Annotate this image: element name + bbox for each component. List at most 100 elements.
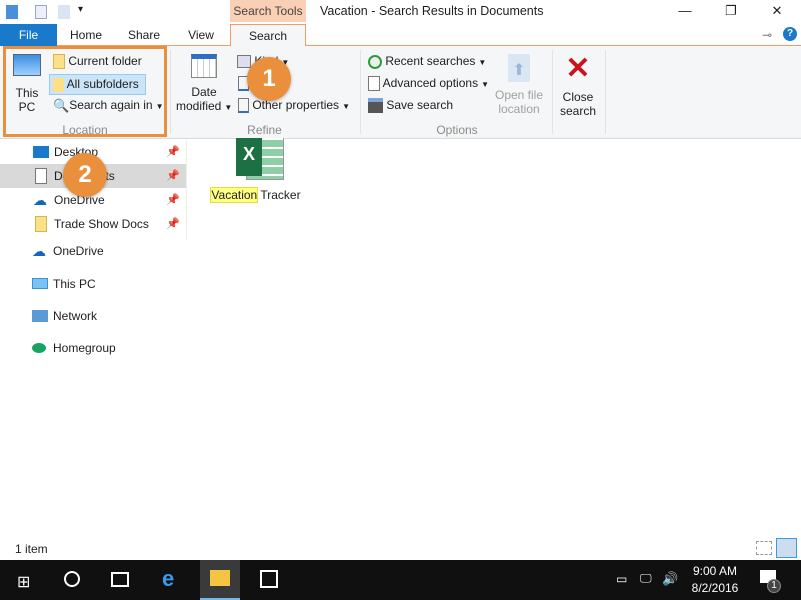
- date: 8/2/2016: [691, 581, 739, 595]
- search-icon: 🔍: [53, 98, 70, 113]
- cortana-icon[interactable]: [64, 571, 80, 587]
- open-file-location-icon: ⬆: [508, 54, 530, 82]
- recent-searches-icon: [368, 54, 382, 69]
- taskbar: ⊞ e ▭ 🖵 🔊 9:00 AM 8/2/2016 1: [0, 560, 801, 600]
- recent-searches-button[interactable]: Recent searches ▼: [368, 54, 486, 69]
- explorer-icon: [6, 5, 18, 19]
- pin-icon[interactable]: 📌: [166, 188, 180, 212]
- onedrive-icon: ☁: [33, 192, 47, 208]
- current-folder-label: Current folder: [68, 54, 142, 68]
- help-icon[interactable]: ?: [783, 27, 797, 41]
- task-view-icon[interactable]: [111, 572, 129, 587]
- customize-toolbar-icon[interactable]: ▾: [78, 4, 83, 15]
- other-properties-button[interactable]: Other properties ▼: [238, 98, 350, 114]
- volume-icon[interactable]: 🔊: [662, 571, 678, 587]
- new-folder-icon[interactable]: [58, 5, 70, 19]
- advanced-options-label: Advanced options: [382, 76, 479, 90]
- location-group-label: Location: [62, 123, 108, 137]
- time: 9:00 AM: [692, 564, 738, 578]
- open-file-location-label-1: Open file: [494, 88, 544, 102]
- nav-label: This PC: [53, 277, 96, 291]
- all-subfolders-button[interactable]: All subfolders: [49, 74, 146, 95]
- close-search-button[interactable]: ✕ Close search: [556, 54, 600, 119]
- ribbon: This PC Current folder All subfolders 🔍S…: [0, 46, 801, 139]
- calendar-icon: [191, 54, 217, 78]
- tab-file[interactable]: File: [0, 24, 57, 46]
- refine-group-label: Refine: [247, 123, 282, 137]
- search-tools-context-label: Search Tools: [230, 0, 306, 22]
- tab-share[interactable]: Share: [120, 24, 168, 46]
- kind-icon: [237, 55, 251, 69]
- file-name: Tracker: [257, 188, 301, 202]
- pane-divider: [186, 140, 187, 240]
- network-icon: [32, 310, 48, 322]
- nav-item-network[interactable]: Network: [0, 304, 186, 328]
- tab-search[interactable]: Search: [230, 24, 306, 47]
- subfolders-icon: [53, 77, 64, 92]
- callout-2: 2: [63, 153, 107, 197]
- excel-icon: X: [224, 138, 288, 184]
- divider: [552, 50, 553, 134]
- options-group-label: Options: [436, 123, 478, 137]
- pin-icon[interactable]: 📌: [166, 140, 180, 164]
- nav-item-trade-show-docs[interactable]: Trade Show Docs 📌: [0, 212, 186, 236]
- tab-view[interactable]: View: [178, 24, 224, 46]
- all-subfolders-label: All subfolders: [66, 77, 139, 91]
- this-pc-label-1: This: [15, 86, 39, 100]
- nav-label: Network: [53, 309, 98, 323]
- pin-ribbon-icon[interactable]: ⊸: [762, 28, 772, 42]
- minimize-button[interactable]: —: [662, 0, 708, 24]
- divider: [360, 50, 361, 134]
- notification-badge: 1: [767, 579, 781, 593]
- search-term-highlight: Vacation: [210, 187, 259, 203]
- file-explorer-taskbar-button[interactable]: [200, 560, 240, 600]
- desktop-icon: [33, 146, 49, 158]
- this-pc-button[interactable]: This PC: [10, 54, 44, 114]
- divider: [605, 50, 606, 134]
- callout-1: 1: [247, 57, 291, 101]
- properties-icon[interactable]: [35, 5, 47, 19]
- nav-label: Homegroup: [53, 341, 116, 355]
- maximize-button[interactable]: ❐: [708, 0, 754, 24]
- advanced-options-icon: [368, 76, 380, 92]
- advanced-options-button[interactable]: Advanced options ▼: [368, 76, 489, 92]
- this-pc-label-2: PC: [18, 100, 36, 114]
- close-search-label-2: search: [559, 104, 597, 118]
- documents-icon: [35, 168, 47, 184]
- homegroup-icon: [32, 343, 46, 353]
- large-icons-view-icon[interactable]: [776, 538, 797, 558]
- document-icon: [238, 98, 249, 114]
- onedrive-icon: ☁: [32, 243, 46, 259]
- open-file-location-label-2: location: [498, 102, 540, 116]
- close-button[interactable]: ✕: [754, 0, 800, 24]
- start-icon[interactable]: ⊞: [17, 572, 30, 592]
- tab-home[interactable]: Home: [62, 24, 110, 46]
- status-item-count: 1 item: [15, 542, 48, 556]
- nav-item-onedrive[interactable]: ☁ OneDrive: [0, 239, 186, 263]
- search-again-in-button[interactable]: 🔍Search again in ▼: [53, 98, 164, 114]
- open-file-location-button[interactable]: ⬆ Open file location: [490, 54, 548, 116]
- details-view-icon[interactable]: [756, 541, 772, 555]
- this-pc-icon: [32, 278, 48, 289]
- power-icon[interactable]: ▭: [616, 572, 627, 586]
- edge-icon[interactable]: e: [162, 566, 174, 592]
- computer-icon: [13, 54, 41, 76]
- folder-icon: [35, 216, 47, 232]
- recent-searches-label: Recent searches: [385, 54, 476, 68]
- save-icon: [368, 98, 383, 114]
- save-search-button[interactable]: Save search: [368, 98, 454, 114]
- nav-item-this-pc[interactable]: This PC: [0, 272, 186, 296]
- clock[interactable]: 9:00 AM 8/2/2016: [690, 563, 740, 597]
- network-tray-icon[interactable]: 🖵: [640, 571, 652, 586]
- nav-label: OneDrive: [53, 244, 104, 258]
- nav-item-homegroup[interactable]: Homegroup: [0, 336, 186, 360]
- current-folder-button[interactable]: Current folder: [53, 54, 142, 70]
- file-item-vacation-tracker[interactable]: X Vacation Tracker: [206, 138, 306, 203]
- pin-icon[interactable]: 📌: [166, 164, 180, 188]
- date-modified-button[interactable]: Date modified ▼: [176, 54, 232, 113]
- folder-icon: [53, 54, 65, 70]
- store-icon[interactable]: [260, 570, 278, 588]
- save-search-label: Save search: [386, 98, 454, 112]
- pin-icon[interactable]: 📌: [166, 212, 180, 236]
- close-search-label-1: Close: [562, 90, 594, 104]
